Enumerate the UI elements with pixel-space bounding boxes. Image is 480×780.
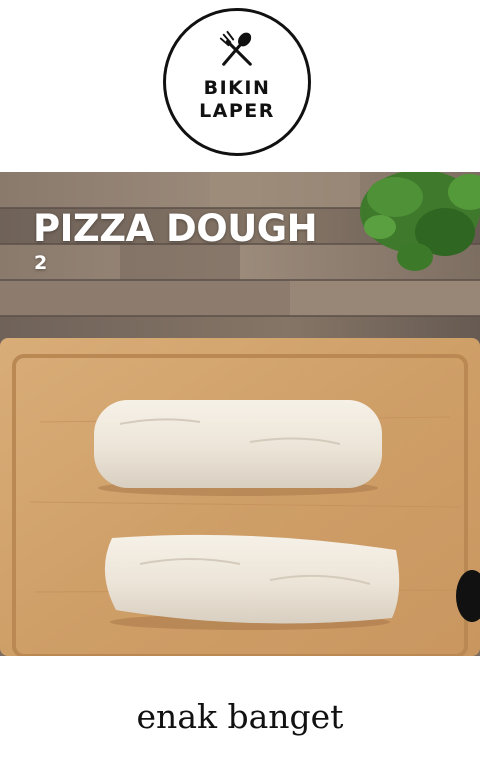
brand-logo: BIKIN LAPER (163, 8, 311, 156)
caption-text: enak banget (136, 697, 344, 736)
logo-text-line2: LAPER (199, 100, 275, 122)
video-title: PIZZA DOUGH (33, 207, 318, 250)
fork-spoon-icon (219, 30, 252, 66)
step-number: 2 (34, 252, 48, 274)
logo-text-line1: BIKIN (203, 77, 271, 99)
dough-log-top (94, 400, 382, 496)
